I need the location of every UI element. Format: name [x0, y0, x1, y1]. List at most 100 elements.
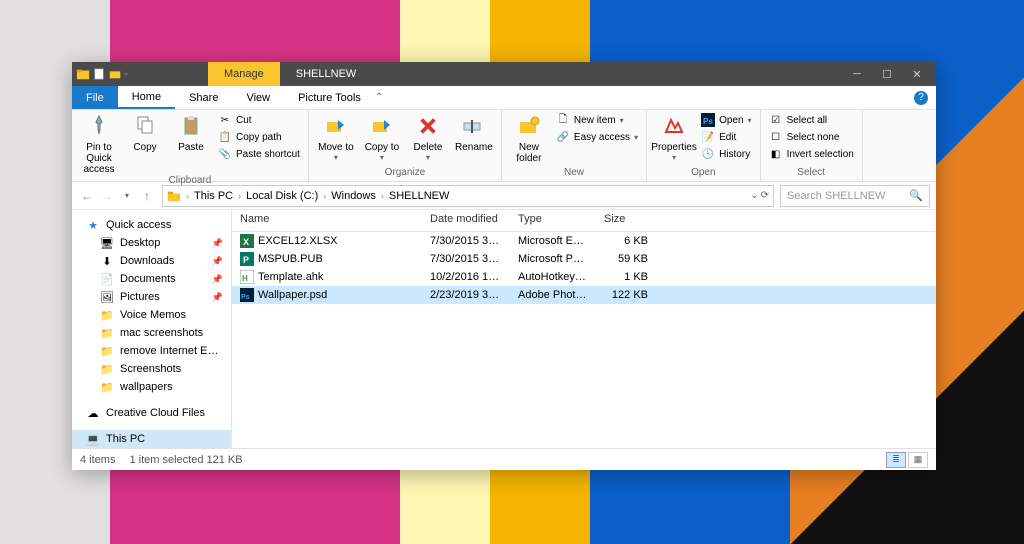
help-icon[interactable]: ? [914, 91, 928, 105]
collapse-ribbon-icon[interactable]: ⌃ [375, 92, 383, 103]
crumb-local-disk[interactable]: Local Disk (C:) [246, 190, 318, 202]
nav-creative-cloud[interactable]: ☁ Creative Cloud Files [72, 404, 231, 422]
sidebar-item-mac-screenshots[interactable]: 📁mac screenshots [72, 324, 231, 342]
move-to-button[interactable]: Move to▾ [315, 112, 357, 162]
paste-shortcut-icon: 📎 [218, 147, 232, 161]
refresh-icon[interactable]: ⟳ [761, 190, 769, 201]
maximize-button[interactable]: ☐ [872, 62, 902, 86]
tab-home[interactable]: Home [118, 86, 175, 109]
copy-button[interactable]: Copy [124, 112, 166, 153]
sidebar-item-desktop[interactable]: 🖥Desktop📌 [72, 234, 231, 252]
file-name: Wallpaper.psd [258, 289, 327, 301]
breadcrumb-bar[interactable]: › This PC› Local Disk (C:)› Windows› SHE… [162, 185, 774, 207]
open-group-label: Open [653, 167, 753, 179]
paste-icon [177, 112, 205, 140]
cut-button[interactable]: ✂Cut [216, 112, 302, 128]
contextual-tab-manage[interactable]: Manage [208, 62, 280, 86]
rename-button[interactable]: Rename [453, 112, 495, 153]
open-button[interactable]: PsOpen▾ [699, 112, 753, 128]
sidebar-item-downloads[interactable]: ⬇Downloads📌 [72, 252, 231, 270]
file-row[interactable]: HTemplate.ahk10/2/2016 1:36 PMAutoHotkey… [232, 268, 936, 286]
tab-share[interactable]: Share [175, 86, 232, 109]
pin-icon: 📌 [212, 238, 223, 249]
properties-button[interactable]: Properties▾ [653, 112, 695, 162]
file-row[interactable]: PMSPUB.PUB7/30/2015 3:32 AMMicrosoft Pub… [232, 250, 936, 268]
col-size[interactable]: Size [596, 210, 656, 231]
crumb-windows[interactable]: Windows [331, 190, 376, 202]
quick-access-toolbar[interactable]: ▾ [76, 67, 128, 81]
view-large-icons-button[interactable]: ▦ [908, 452, 928, 468]
nav-quick-access[interactable]: ★ Quick access [72, 216, 231, 234]
nav-this-pc[interactable]: 💻 This PC [72, 430, 231, 448]
file-list-pane: Name Date modified Type Size XEXCEL12.XL… [232, 210, 936, 448]
sidebar-item-remove-internet-explorer-from[interactable]: 📁remove Internet Explorer from [72, 342, 231, 360]
search-input[interactable]: Search SHELLNEW 🔍 [780, 185, 930, 207]
copy-to-button[interactable]: Copy to▾ [361, 112, 403, 162]
col-name[interactable]: Name [232, 210, 422, 231]
col-date[interactable]: Date modified [422, 210, 510, 231]
titlebar[interactable]: ▾ Manage SHELLNEW ─ ☐ ✕ [72, 62, 936, 86]
properties-icon [660, 112, 688, 140]
file-list[interactable]: XEXCEL12.XLSX7/30/2015 3:29 AMMicrosoft … [232, 232, 936, 448]
file-row[interactable]: XEXCEL12.XLSX7/30/2015 3:29 AMMicrosoft … [232, 232, 936, 250]
forward-button[interactable]: → [98, 187, 116, 205]
file-name: MSPUB.PUB [258, 253, 323, 265]
up-button[interactable]: ↑ [138, 187, 156, 205]
pin-icon: 📌 [212, 256, 223, 267]
close-button[interactable]: ✕ [902, 62, 932, 86]
address-bar: ← → ▾ ↑ › This PC› Local Disk (C:)› Wind… [72, 182, 936, 210]
sidebar-item-pictures[interactable]: 🖼Pictures📌 [72, 288, 231, 306]
pin-quick-access-button[interactable]: Pin to Quick access [78, 112, 120, 175]
select-none-button[interactable]: ☐Select none [767, 129, 856, 145]
sidebar-item-voice-memos[interactable]: 📁Voice Memos [72, 306, 231, 324]
pc-icon: 💻 [86, 432, 100, 446]
folder-icon: 📁 [100, 380, 114, 394]
ribbon-group-new: New folder 🗋New item▾ 🔗Easy access▾ New [502, 110, 647, 181]
col-type[interactable]: Type [510, 210, 596, 231]
history-button[interactable]: 🕓History [699, 146, 753, 162]
file-size: 122 KB [596, 289, 656, 301]
sidebar-item-documents[interactable]: 📄Documents📌 [72, 270, 231, 288]
sidebar-item-screenshots[interactable]: 📁Screenshots [72, 360, 231, 378]
copy-path-button[interactable]: 📋Copy path [216, 129, 302, 145]
crumb-this-pc[interactable]: This PC [194, 190, 233, 202]
tab-view[interactable]: View [232, 86, 284, 109]
file-row[interactable]: PsWallpaper.psd2/23/2019 3:01 AMAdobe Ph… [232, 286, 936, 304]
paste-shortcut-button[interactable]: 📎Paste shortcut [216, 146, 302, 162]
file-date: 7/30/2015 3:32 AM [422, 253, 510, 265]
status-count: 4 items [80, 454, 115, 466]
paste-button[interactable]: Paste [170, 112, 212, 153]
status-selected: 1 item selected 121 KB [129, 454, 242, 466]
easy-access-button[interactable]: 🔗Easy access▾ [554, 129, 640, 145]
move-to-icon [322, 112, 350, 140]
qa-dropdown-icon[interactable]: ▾ [124, 70, 128, 79]
edit-button[interactable]: 📝Edit [699, 129, 753, 145]
file-date: 2/23/2019 3:01 AM [422, 289, 510, 301]
properties-icon[interactable] [92, 67, 106, 81]
file-size: 6 KB [596, 235, 656, 247]
pin-icon [85, 112, 113, 140]
select-all-button[interactable]: ☑Select all [767, 112, 856, 128]
crumb-shellnew[interactable]: SHELLNEW [389, 190, 450, 202]
pin-label: Pin to Quick access [78, 142, 120, 175]
back-button[interactable]: ← [78, 187, 96, 205]
new-item-button[interactable]: 🗋New item▾ [554, 112, 640, 128]
tab-file[interactable]: File [72, 86, 118, 109]
history-dropdown-icon[interactable]: ⌄ [750, 190, 758, 201]
view-details-button[interactable]: ≣ [886, 452, 906, 468]
recent-dropdown[interactable]: ▾ [118, 187, 136, 205]
sidebar-item-wallpapers[interactable]: 📁wallpapers [72, 378, 231, 396]
select-group-label: Select [767, 167, 856, 179]
new-folder-button[interactable]: New folder [508, 112, 550, 164]
navigation-pane[interactable]: ★ Quick access 🖥Desktop📌⬇Downloads📌📄Docu… [72, 210, 232, 448]
file-date: 7/30/2015 3:29 AM [422, 235, 510, 247]
folder-small-icon[interactable] [108, 67, 122, 81]
delete-button[interactable]: Delete▾ [407, 112, 449, 162]
invert-selection-button[interactable]: ◧Invert selection [767, 146, 856, 162]
minimize-button[interactable]: ─ [842, 62, 872, 86]
tab-picture-tools[interactable]: Picture Tools [284, 86, 375, 109]
open-icon: Ps [701, 113, 715, 127]
column-headers[interactable]: Name Date modified Type Size [232, 210, 936, 232]
folder-icon: 📁 [100, 362, 114, 376]
select-all-icon: ☑ [769, 113, 783, 127]
